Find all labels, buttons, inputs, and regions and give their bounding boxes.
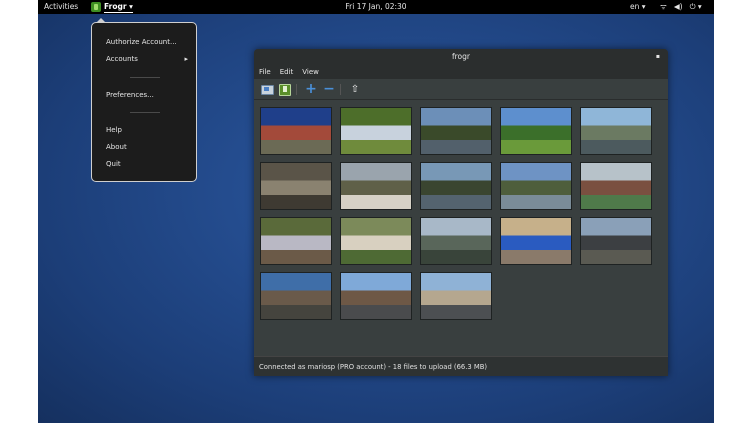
photo-thumbnail[interactable] xyxy=(500,217,572,265)
close-icon[interactable]: ▪ xyxy=(656,49,660,65)
photo-thumbnail[interactable] xyxy=(260,217,332,265)
menu-item-authorize-account[interactable]: Authorize Account... xyxy=(106,36,188,48)
menu-bar: File Edit View xyxy=(254,65,668,79)
volume-icon[interactable]: ◀) xyxy=(674,0,683,14)
photo-thumbnail[interactable] xyxy=(580,162,652,210)
toolbar-separator xyxy=(296,84,297,95)
menu-separator xyxy=(130,112,160,113)
status-text: Connected as mariosp (PRO account) - 18 … xyxy=(259,363,488,371)
menu-item-about[interactable]: About xyxy=(106,141,188,153)
photo-thumbnail[interactable] xyxy=(580,107,652,155)
menu-file[interactable]: File xyxy=(259,65,271,79)
menu-edit[interactable]: Edit xyxy=(280,65,294,79)
add-icon[interactable]: + xyxy=(304,82,318,96)
menu-item-quit[interactable]: Quit xyxy=(106,158,188,170)
photo-thumbnail[interactable] xyxy=(340,217,412,265)
frogr-window: frogr ▪ File Edit View + − ⇧ Connected a… xyxy=(254,49,668,376)
photo-thumbnail[interactable] xyxy=(420,217,492,265)
photo-thumbnail[interactable] xyxy=(420,272,492,320)
desktop: Activities Frogr ▾ Fri 17 Jan, 02:30 en … xyxy=(38,0,714,423)
power-icon[interactable]: ⏻ ▾ xyxy=(690,0,702,14)
system-tray[interactable]: ᯤ ◀) ⏻ ▾ xyxy=(660,0,702,14)
menu-item-preferences[interactable]: Preferences... xyxy=(106,89,188,101)
photo-thumbnail[interactable] xyxy=(260,162,332,210)
network-icon[interactable]: ᯤ xyxy=(660,0,667,14)
submenu-arrow-icon: ▸ xyxy=(184,55,188,63)
photo-thumbnail[interactable] xyxy=(340,162,412,210)
photo-thumbnail[interactable] xyxy=(260,272,332,320)
clock[interactable]: Fri 17 Jan, 02:30 xyxy=(38,0,714,14)
top-bar: Activities Frogr ▾ Fri 17 Jan, 02:30 en … xyxy=(38,0,714,14)
upload-icon[interactable]: ⇧ xyxy=(348,83,362,96)
window-titlebar[interactable]: frogr ▪ xyxy=(254,49,668,65)
toolbar-separator xyxy=(340,84,341,95)
photo-thumbnail[interactable] xyxy=(340,272,412,320)
photo-thumbnail[interactable] xyxy=(500,107,572,155)
photo-thumbnail[interactable] xyxy=(420,107,492,155)
menu-separator xyxy=(130,77,160,78)
photo-thumbnail[interactable] xyxy=(420,162,492,210)
photo-thumbnail[interactable] xyxy=(340,107,412,155)
window-title: frogr xyxy=(452,52,470,61)
language-selector[interactable]: en ▾ xyxy=(630,0,646,14)
remove-icon[interactable]: − xyxy=(322,82,336,96)
status-bar: Connected as mariosp (PRO account) - 18 … xyxy=(254,356,668,376)
open-photos-icon[interactable] xyxy=(260,83,274,96)
load-project-icon[interactable] xyxy=(278,83,292,96)
menu-item-help[interactable]: Help xyxy=(106,124,188,136)
toolbar: + − ⇧ xyxy=(254,80,668,100)
menu-view[interactable]: View xyxy=(302,65,319,79)
photo-thumbnail[interactable] xyxy=(580,217,652,265)
photo-thumbnail[interactable] xyxy=(500,162,572,210)
menu-item-accounts[interactable]: Accounts ▸ xyxy=(106,53,188,65)
app-dropdown-menu: Authorize Account... Accounts ▸ Preferenc… xyxy=(91,18,197,182)
photo-grid xyxy=(260,107,660,345)
photo-thumbnail[interactable] xyxy=(260,107,332,155)
